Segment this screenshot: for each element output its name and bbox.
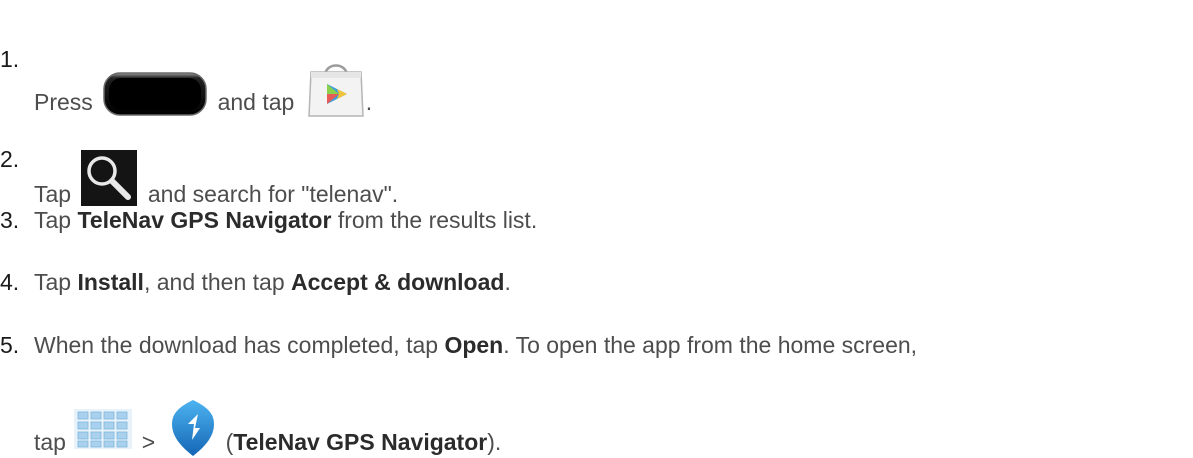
step-4-text-period: . [504, 269, 511, 295]
step-2-text-search: and search for "telenav". [147, 181, 399, 207]
step-5-text-to-open: . To open the app from the home screen, [503, 332, 918, 358]
step-4-text-tap: Tap [34, 269, 72, 295]
step-5-text-close: ). [487, 429, 502, 455]
step-1-number: 1. [0, 46, 20, 72]
step-3-text-results: from the results list. [337, 207, 538, 233]
step-5-text-when: When the download has completed, tap [34, 332, 439, 358]
step-5-text-gt: > [141, 429, 156, 455]
step-2-text-tap: Tap [34, 181, 72, 207]
step-5-number: 5. [0, 332, 20, 358]
step-4-number: 4. [0, 269, 20, 295]
step-5-bold-open: Open [444, 332, 504, 358]
step-4-text-then: , and then tap [143, 269, 285, 295]
step-5-bold-app-name: TeleNav GPS Navigator [233, 429, 488, 455]
apps-grid-icon [74, 409, 133, 449]
step-1-text-period: . [365, 89, 373, 115]
step-1-text-press: Press [34, 89, 93, 115]
step-3-text-tap: Tap [34, 207, 72, 233]
play-store-icon [307, 54, 365, 118]
step-4-bold-accept: Accept & download [291, 269, 505, 295]
step-2-number: 2. [0, 146, 20, 172]
home-key-icon [103, 72, 207, 116]
telenav-app-icon [170, 398, 216, 458]
search-icon [81, 150, 138, 206]
step-5-text-tap: tap [34, 429, 66, 455]
step-1-text-and-tap: and tap [217, 89, 295, 115]
step-4-bold-install: Install [77, 269, 144, 295]
step-3-bold-app-name: TeleNav GPS Navigator [77, 207, 332, 233]
step-3-number: 3. [0, 207, 20, 233]
